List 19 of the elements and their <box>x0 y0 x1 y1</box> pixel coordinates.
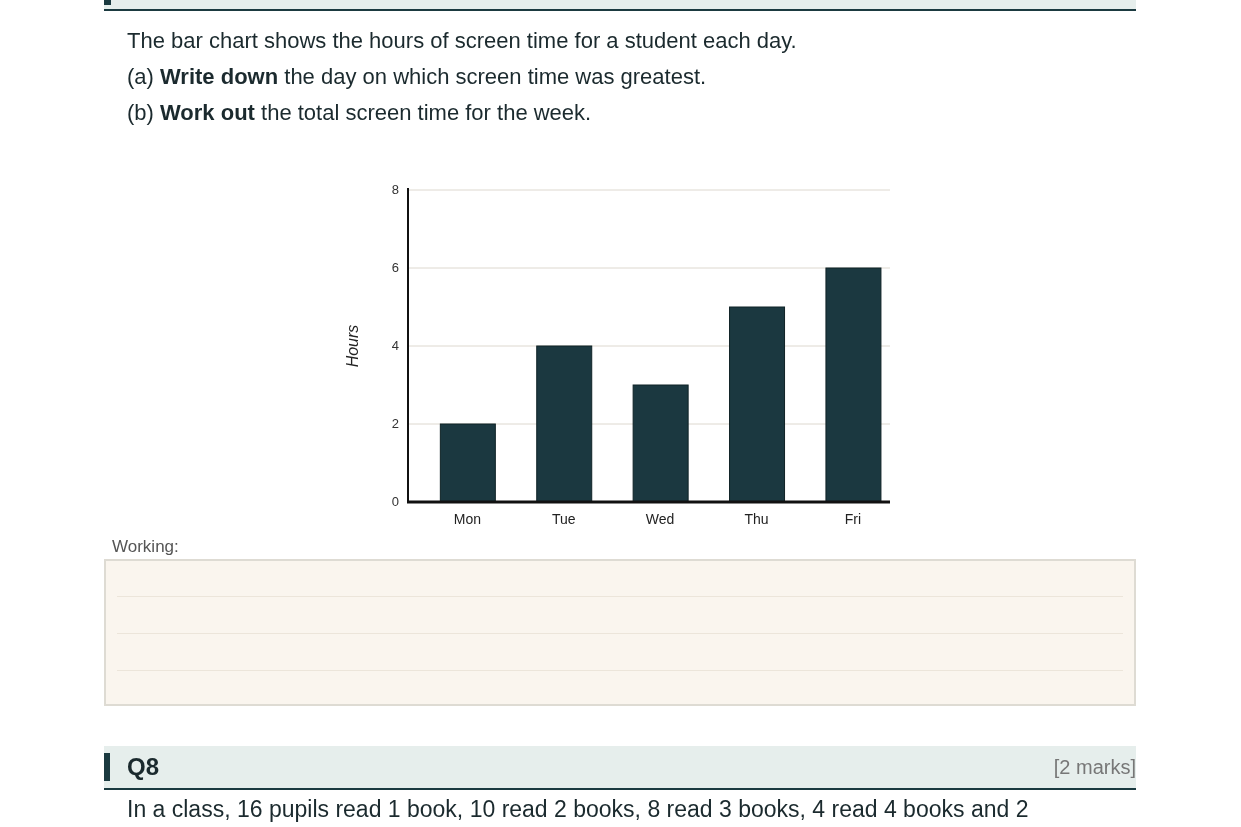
axis-tick-label: Mon <box>453 511 481 527</box>
question-text: (a) Write down the day on which screen time was greatest. <box>127 63 708 91</box>
axis-tick-label: 2 <box>391 416 399 431</box>
axis-tick-label: 6 <box>391 260 399 275</box>
axis-tick-label: 8 <box>391 182 399 197</box>
question-number: Q8 <box>127 752 159 782</box>
working-label: Working: <box>112 537 179 557</box>
axis-tick-label: 0 <box>391 494 399 509</box>
axis-tick-label: Fri <box>844 511 862 527</box>
working-area[interactable] <box>104 559 1136 706</box>
marks-label: [2 marks] <box>1053 755 1136 780</box>
axis-tick-label: Thu <box>744 511 769 527</box>
question-text: In a class, 16 pupils read 1 book, 10 read 2 books, 8 read 3 books, 4 read 4 books and 2 <box>126 795 1030 822</box>
question-text: (b) Work out the total screen time for the week. <box>127 99 593 127</box>
axis-tick-label: Tue <box>551 511 576 527</box>
axis-tick-label: Wed <box>645 511 675 527</box>
axis-title: Hours <box>344 324 361 368</box>
axis-tick-label: 4 <box>391 338 399 353</box>
question-text: The bar chart shows the hours of screen time for a student each day. <box>127 27 798 55</box>
